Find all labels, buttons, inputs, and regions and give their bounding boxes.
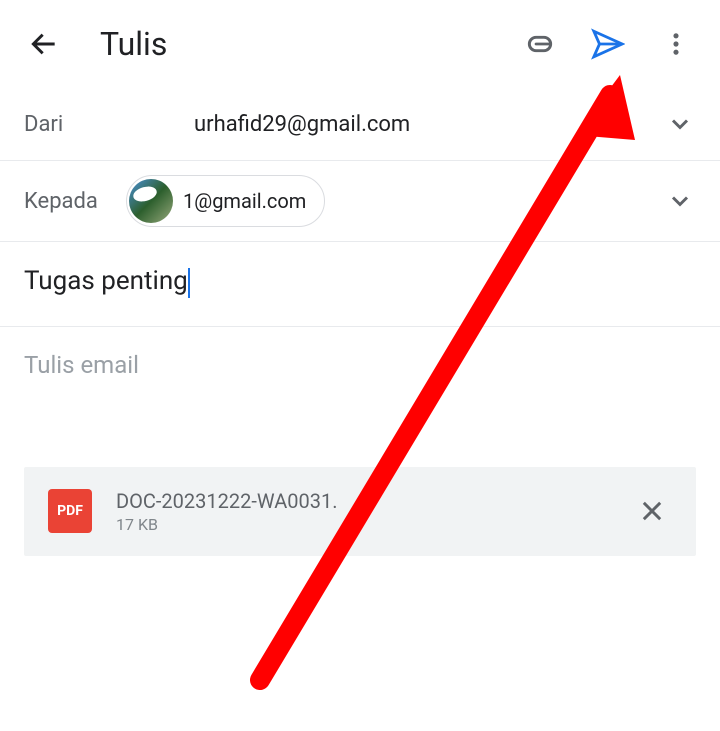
attachment-icon: [524, 28, 556, 60]
attachment-card[interactable]: PDF DOC-20231222-WA0031. 17 KB: [24, 467, 696, 556]
body-placeholder: Tulis email: [24, 351, 696, 379]
email-body-field[interactable]: Tulis email: [0, 327, 720, 403]
from-chevron[interactable]: [664, 108, 696, 140]
recipient-avatar: [129, 179, 173, 223]
from-email: urhafid29@gmail.com: [194, 112, 664, 137]
recipient-email: 1@gmail.com: [183, 189, 306, 213]
arrow-left-icon: [28, 28, 60, 60]
to-label: Kepada: [24, 189, 114, 214]
back-button[interactable]: [24, 24, 64, 64]
attachment-filename: DOC-20231222-WA0031.: [116, 489, 632, 513]
send-icon: [591, 27, 625, 61]
close-icon: [638, 497, 666, 525]
compose-header: Tulis: [0, 0, 720, 88]
text-cursor: [188, 268, 190, 298]
from-label: Dari: [24, 112, 114, 137]
chevron-down-icon: [666, 187, 694, 215]
chevron-down-icon: [666, 110, 694, 138]
to-field[interactable]: Kepada 1@gmail.com: [0, 161, 720, 242]
header-actions: [520, 24, 696, 64]
remove-attachment-button[interactable]: [632, 491, 672, 531]
subject-text: Tugas penting: [24, 266, 188, 296]
recipient-chip[interactable]: 1@gmail.com: [126, 175, 325, 227]
attach-button[interactable]: [520, 24, 560, 64]
pdf-icon: PDF: [48, 489, 92, 533]
more-button[interactable]: [656, 24, 696, 64]
subject-field[interactable]: Tugas penting: [0, 242, 720, 327]
send-button[interactable]: [588, 24, 628, 64]
attachment-info: DOC-20231222-WA0031. 17 KB: [116, 489, 632, 534]
to-chevron[interactable]: [664, 185, 696, 217]
more-vert-icon: [662, 30, 690, 58]
attachment-size: 17 KB: [116, 515, 632, 534]
page-title: Tulis: [100, 25, 520, 63]
from-field[interactable]: Dari urhafid29@gmail.com: [0, 88, 720, 161]
